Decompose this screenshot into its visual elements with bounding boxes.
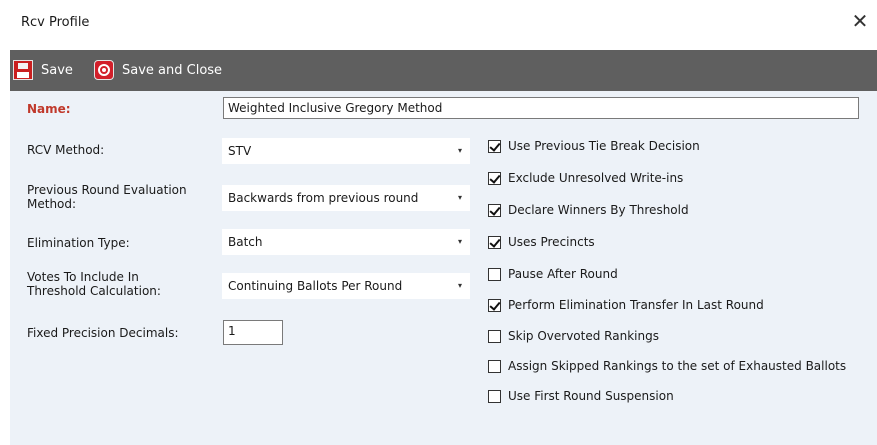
toolbar: Save Save and Close <box>10 50 877 91</box>
rcv-method-select[interactable]: STV ▾ <box>222 138 470 164</box>
save-and-close-label: Save and Close <box>122 62 223 78</box>
close-icon[interactable]: ✕ <box>849 10 871 32</box>
votes-include-label-line2: Threshold Calculation: <box>27 284 161 298</box>
option-label: Use Previous Tie Break Decision <box>508 139 700 153</box>
name-label: Name: <box>27 102 71 116</box>
save-button[interactable]: Save <box>13 58 73 82</box>
chevron-down-icon: ▾ <box>457 146 462 155</box>
option-label: Uses Precincts <box>508 235 595 249</box>
option-checkbox[interactable]: Use First Round Suspension <box>488 389 674 403</box>
option-checkbox[interactable]: Skip Overvoted Rankings <box>488 329 659 343</box>
name-input[interactable]: Weighted Inclusive Gregory Method <box>223 97 859 119</box>
votes-include-label-line1: Votes To Include In <box>27 270 139 284</box>
option-checkbox[interactable]: Assign Skipped Rankings to the set of Ex… <box>488 359 846 373</box>
checkbox-checked-icon[interactable] <box>488 139 501 153</box>
save-button-label: Save <box>41 62 73 78</box>
previous-round-value: Backwards from previous round <box>228 191 419 205</box>
chevron-down-icon: ▾ <box>457 193 462 202</box>
rcv-method-value: STV <box>228 144 252 158</box>
option-checkbox[interactable]: Exclude Unresolved Write-ins <box>488 171 683 185</box>
checkbox-checked-icon[interactable] <box>488 235 501 249</box>
option-label: Assign Skipped Rankings to the set of Ex… <box>508 359 847 373</box>
checkbox-unchecked-icon[interactable] <box>488 267 501 281</box>
fixed-precision-label: Fixed Precision Decimals: <box>27 326 179 340</box>
checkbox-checked-icon[interactable] <box>488 298 501 312</box>
chevron-down-icon: ▾ <box>457 281 462 290</box>
checkbox-checked-icon[interactable] <box>488 171 501 185</box>
option-label: Exclude Unresolved Write-ins <box>508 171 684 185</box>
option-checkbox[interactable]: Pause After Round <box>488 267 618 281</box>
elimination-type-select[interactable]: Batch ▾ <box>222 229 470 255</box>
option-label: Pause After Round <box>508 267 618 281</box>
option-checkbox[interactable]: Use Previous Tie Break Decision <box>488 139 700 153</box>
window-title: Rcv Profile <box>21 15 90 30</box>
checkbox-checked-icon[interactable] <box>488 203 501 217</box>
votes-include-select[interactable]: Continuing Ballots Per Round ▾ <box>222 273 470 299</box>
rcv-method-label: RCV Method: <box>27 143 105 157</box>
elimination-type-label: Elimination Type: <box>27 236 130 250</box>
title-bar: Rcv Profile ✕ <box>0 0 877 48</box>
option-label: Declare Winners By Threshold <box>508 203 689 217</box>
option-checkbox[interactable]: Declare Winners By Threshold <box>488 203 689 217</box>
option-checkbox[interactable]: Uses Precincts <box>488 235 595 249</box>
option-label: Perform Elimination Transfer In Last Rou… <box>508 298 764 312</box>
previous-round-label-line1: Previous Round Evaluation <box>27 183 187 197</box>
votes-include-value: Continuing Ballots Per Round <box>228 279 403 293</box>
checkbox-unchecked-icon[interactable] <box>488 359 501 373</box>
option-label: Use First Round Suspension <box>508 389 674 403</box>
previous-round-select[interactable]: Backwards from previous round ▾ <box>222 185 470 211</box>
target-icon <box>94 60 114 80</box>
checkbox-unchecked-icon[interactable] <box>488 389 501 403</box>
chevron-down-icon: ▾ <box>457 237 462 246</box>
checkbox-unchecked-icon[interactable] <box>488 329 501 343</box>
profile-form-panel: Name: Weighted Inclusive Gregory Method … <box>10 91 877 445</box>
option-label: Skip Overvoted Rankings <box>508 329 659 343</box>
option-checkbox[interactable]: Perform Elimination Transfer In Last Rou… <box>488 298 764 312</box>
floppy-disk-icon <box>13 60 33 80</box>
save-and-close-button[interactable]: Save and Close <box>94 58 222 82</box>
elimination-type-value: Batch <box>228 235 263 249</box>
previous-round-label-line2: Method: <box>27 197 77 211</box>
fixed-precision-input[interactable]: 1 <box>223 320 283 345</box>
